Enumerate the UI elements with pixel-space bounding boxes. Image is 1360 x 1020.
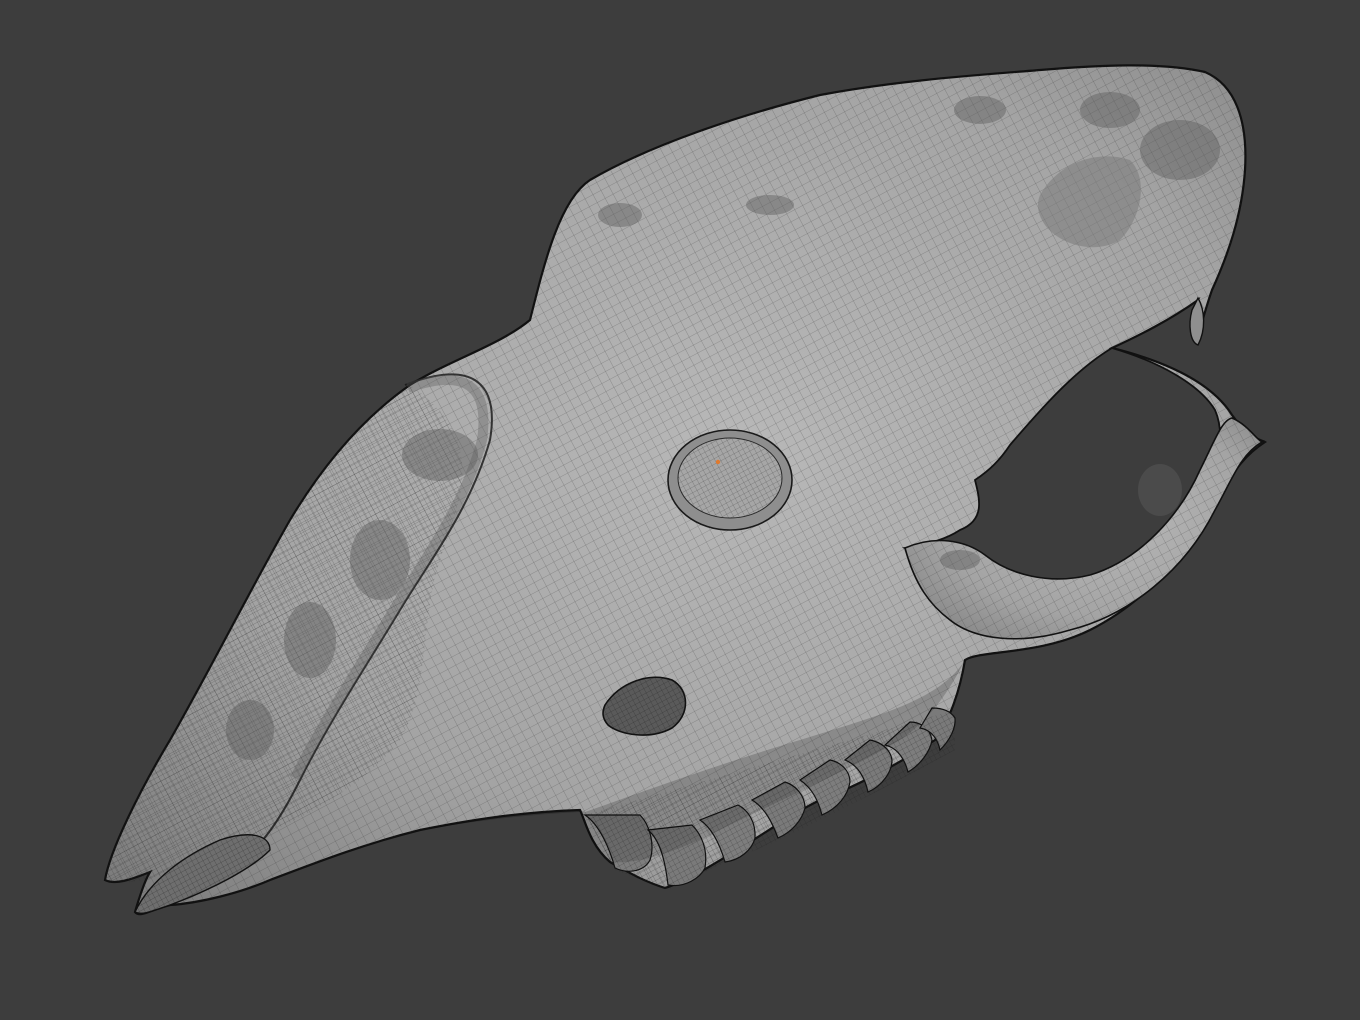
selected-vertex-marker[interactable] [715,459,721,465]
foramen-boss[interactable] [667,429,793,531]
viewport-canvas[interactable] [0,0,1360,1020]
3d-viewport[interactable] [0,0,1360,1020]
